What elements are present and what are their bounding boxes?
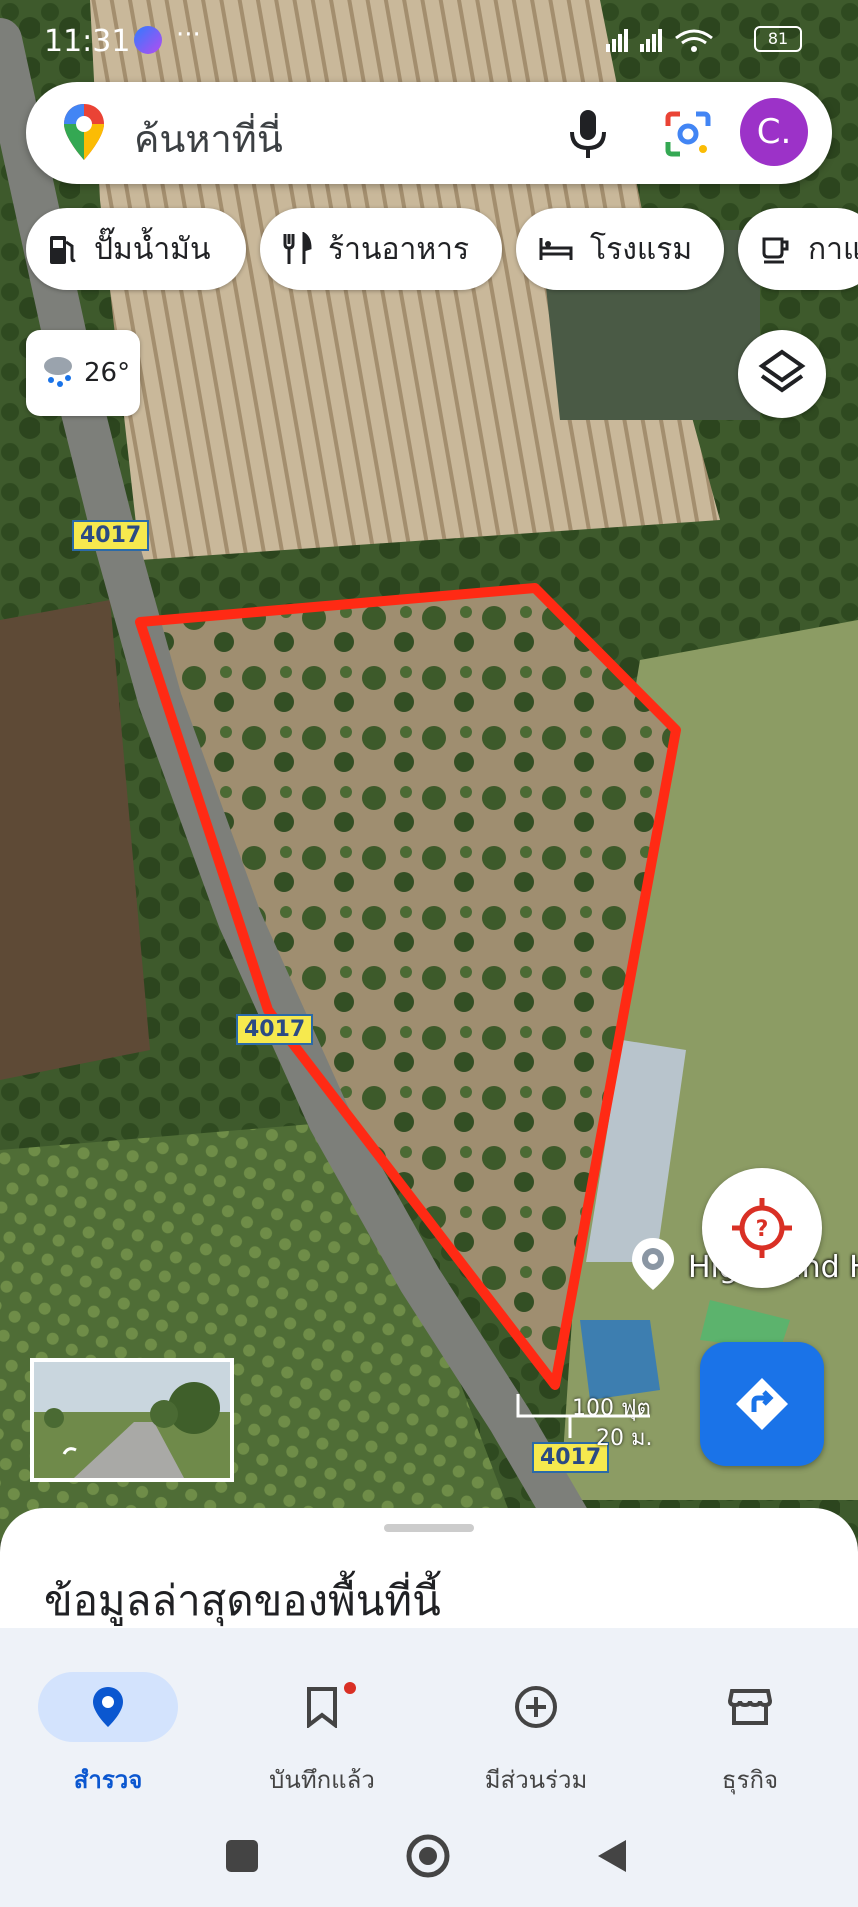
- nav-saved[interactable]: บันทึกแล้ว: [222, 1672, 422, 1799]
- bottom-sheet[interactable]: ข้อมูลล่าสุดของพื้นที่นี้: [0, 1508, 858, 1628]
- system-navigation-bar: [226, 1834, 626, 1878]
- chip-label: โรงแรม: [590, 231, 693, 267]
- nav-label: ธุรกิจ: [721, 1766, 779, 1794]
- sheet-title: ข้อมูลล่าสุดของพื้นที่นี้: [44, 1576, 441, 1625]
- location-target-icon: ?: [732, 1198, 792, 1258]
- gas-station-icon: [50, 236, 76, 264]
- recent-apps-icon[interactable]: [226, 1840, 258, 1872]
- search-input[interactable]: ค้นหาที่นี่: [134, 108, 283, 169]
- chip-label: ปั๊มน้ำมัน: [94, 231, 211, 267]
- google-lens-icon[interactable]: [662, 108, 714, 160]
- messenger-icon: [134, 26, 162, 54]
- bookmark-icon: [307, 1687, 337, 1728]
- location-pin-icon: [93, 1687, 123, 1727]
- nav-label: สำรวจ: [73, 1766, 143, 1794]
- chip-restaurant[interactable]: ร้านอาหาร: [260, 208, 502, 290]
- layers-button[interactable]: [738, 330, 826, 418]
- weather-badge[interactable]: 26°: [26, 330, 140, 416]
- chip-hotel[interactable]: โรงแรม: [516, 208, 724, 290]
- rain-cloud-icon: [44, 357, 72, 387]
- chip-gas-station[interactable]: ปั๊มน้ำมัน: [26, 208, 246, 290]
- google-maps-logo-icon: [64, 104, 104, 160]
- svg-text:?: ?: [756, 1217, 769, 1242]
- layers-icon: [758, 349, 806, 393]
- weather-temp: 26°: [84, 358, 131, 388]
- place-pin-icon[interactable]: [628, 1236, 678, 1292]
- hotel-icon: [539, 238, 573, 260]
- status-time: 11:31: [44, 24, 131, 59]
- nav-contribute[interactable]: มีส่วนร่วม: [436, 1672, 636, 1799]
- coffee-icon: [762, 237, 789, 264]
- add-circle-icon: [515, 1686, 557, 1728]
- nav-explore[interactable]: สำรวจ: [8, 1672, 208, 1799]
- street-view-thumbnail[interactable]: [30, 1358, 234, 1482]
- nav-label: บันทึกแล้ว: [269, 1766, 375, 1794]
- nav-business[interactable]: ธุรกิจ: [650, 1672, 850, 1799]
- road-label: 4017: [236, 1014, 314, 1045]
- road-label: 4017: [72, 520, 150, 551]
- notification-dot: [344, 1682, 356, 1694]
- search-bar[interactable]: ค้นหาที่นี่ C.: [26, 82, 832, 184]
- status-bar: 11:31 ··· 81: [0, 0, 858, 80]
- sheet-drag-handle[interactable]: [384, 1524, 474, 1532]
- nav-label: มีส่วนร่วม: [484, 1766, 588, 1794]
- battery-indicator: 81: [754, 26, 802, 52]
- chip-coffee[interactable]: กาแฟ: [738, 208, 858, 290]
- directions-icon: [736, 1378, 788, 1430]
- more-notifications-icon: ···: [176, 20, 201, 50]
- scale-meters: 20 ม.: [596, 1426, 653, 1451]
- directions-button[interactable]: [700, 1342, 824, 1466]
- chip-label: ร้านอาหาร: [328, 231, 470, 267]
- my-location-button[interactable]: ?: [702, 1168, 822, 1288]
- account-avatar[interactable]: C.: [740, 98, 808, 166]
- signal-wifi-icon: [606, 29, 713, 52]
- back-icon[interactable]: [598, 1840, 626, 1872]
- chip-label: กาแฟ: [808, 231, 858, 267]
- restaurant-icon: [283, 232, 312, 264]
- microphone-icon[interactable]: [564, 108, 612, 160]
- storefront-icon: [728, 1689, 772, 1725]
